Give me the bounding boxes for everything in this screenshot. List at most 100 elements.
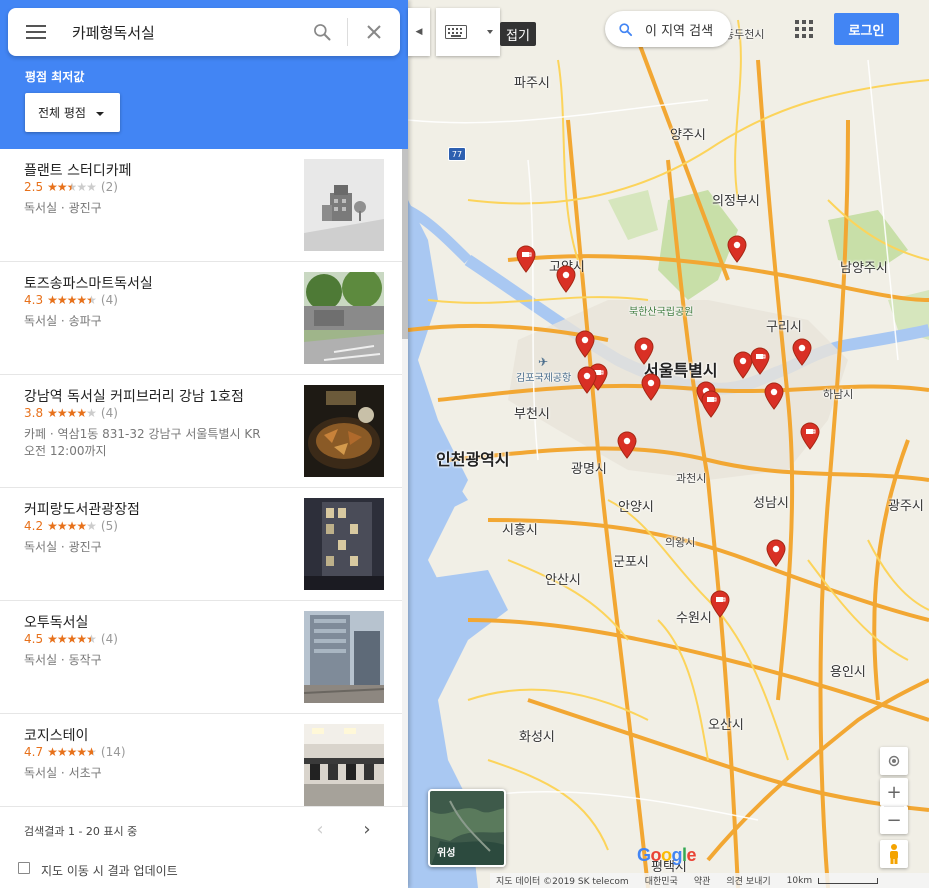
my-location-button[interactable] (880, 747, 908, 775)
search-icon (314, 24, 331, 41)
map-label-gunpo: 군포시 (613, 555, 649, 570)
result-rating: 4.2 ★★★★★ (5) (24, 519, 118, 533)
map-data-credit: 지도 데이터 ©2019 SK telecom (496, 877, 629, 887)
map-label-guri: 구리시 (766, 320, 802, 335)
map-label-siheung: 시흥시 (502, 523, 538, 538)
results-scrollbar[interactable] (402, 149, 408, 806)
result-rating: 4.3 ★★★★★ (4) (24, 293, 118, 307)
map-label-gimpo-airport: 김포국제공항 (516, 373, 572, 384)
map-pin-icon[interactable] (792, 338, 812, 366)
map-canvas[interactable]: 파주시 동두천시 양주시 의정부시 고양시 남양주시 북한산국립공원 구리시 서… (408, 0, 929, 888)
map-pin-cafe-icon[interactable] (701, 390, 721, 418)
map-label-gwacheon: 과천시 (676, 472, 707, 485)
result-rating: 4.7 ★★★★★ (14) (24, 745, 126, 759)
scrollbar-thumb[interactable] (402, 149, 408, 339)
result-rating: 2.5 ★★★★★ (2) (24, 180, 118, 194)
caret-down-icon (95, 111, 104, 116)
results-footer: 검색결과 1 - 20 표시 중 ‹ › 지도 이동 시 결과 업데이트 (0, 806, 408, 888)
menu-button[interactable] (8, 8, 64, 56)
map-label-suwon: 수원시 (676, 611, 712, 626)
result-item[interactable]: 강남역 독서실 커피브러리 강남 1호점 3.8 ★★★★★ (4) 카페 · … (0, 375, 402, 488)
caret-left-icon: ◀ (415, 27, 423, 37)
map-pin-icon[interactable] (577, 366, 597, 394)
pager-text: 검색결과 1 - 20 표시 중 (24, 825, 138, 838)
result-photo (304, 385, 384, 477)
result-item[interactable]: 토즈송파스마트독서실 4.3 ★★★★★ (4) 독서실 · 송파구 (0, 262, 402, 375)
result-category: 독서실 · 광진구 (24, 540, 102, 554)
map-label-hwaseong: 화성시 (519, 730, 555, 745)
apps-grid-button[interactable] (793, 18, 815, 40)
map-base (408, 0, 929, 888)
review-count: (5) (100, 519, 118, 533)
result-category: 독서실 · 광진구 (24, 201, 102, 215)
input-tools-button[interactable] (436, 8, 500, 56)
result-photo (304, 611, 384, 703)
map-pin-cafe-icon[interactable] (800, 422, 820, 450)
star-rating-icon: ★★★★★ (47, 745, 97, 759)
terms-link[interactable]: 약관 (694, 874, 711, 887)
search-button[interactable] (297, 8, 347, 56)
search-input[interactable] (64, 17, 297, 47)
result-rating: 4.5 ★★★★★ (4) (24, 632, 118, 646)
collapse-tooltip: 접기 (500, 22, 536, 46)
minus-icon: − (886, 809, 902, 831)
map-pin-icon[interactable] (634, 337, 654, 365)
satellite-toggle-button[interactable]: 위성 (428, 789, 506, 867)
map-pin-icon[interactable] (556, 265, 576, 293)
map-pin-icon[interactable] (575, 330, 595, 358)
map-label-namyangju: 남양주시 (840, 261, 888, 276)
star-rating-icon: ★★★★★ (47, 293, 97, 307)
result-photo (304, 272, 384, 364)
scale-bar (818, 877, 879, 884)
zoom-divider (884, 806, 904, 807)
results-panel: 평점 최저값 전체 평점 플랜트 스터디카페 2.5 ★★★★★ (2) 독서실… (0, 0, 408, 888)
result-category: 독서실 · 동작구 (24, 653, 102, 667)
rating-filter-value: 전체 평점 (38, 106, 86, 120)
next-page-button[interactable]: › (355, 817, 379, 841)
search-this-area-button[interactable]: 이 지역 검색 (605, 11, 732, 47)
result-item[interactable]: 커피랑도서관광장점 4.2 ★★★★★ (5) 독서실 · 광진구 (0, 488, 402, 601)
street-view-pegman-button[interactable] (880, 840, 908, 868)
result-category: 독서실 · 송파구 (24, 314, 102, 328)
map-label-seongnam: 성남시 (753, 496, 789, 511)
map-pin-icon[interactable] (641, 373, 661, 401)
map-pin-cafe-icon[interactable] (750, 347, 770, 375)
zoom-in-button[interactable]: + (880, 778, 908, 806)
map-label-gwangju: 광주시 (888, 499, 924, 514)
login-button[interactable]: 로그인 (834, 13, 899, 45)
map-pin-icon[interactable] (764, 382, 784, 410)
zoom-out-button[interactable]: − (880, 806, 908, 834)
map-pin-icon[interactable] (727, 235, 747, 263)
map-pin-cafe-icon[interactable] (710, 590, 730, 618)
satellite-label: 위성 (437, 848, 456, 859)
result-item[interactable]: 오투독서실 4.5 ★★★★★ (4) 독서실 · 동작구 (0, 601, 402, 714)
map-pin-icon[interactable] (766, 539, 786, 567)
collapse-panel-button[interactable]: ◀ (408, 8, 430, 56)
feedback-link[interactable]: 의견 보내기 (726, 874, 770, 887)
star-rating-icon: ★★★★★ (47, 180, 97, 194)
google-logo: Google (637, 845, 697, 865)
result-category: 독서실 · 서초구 (24, 766, 102, 780)
star-rating-icon: ★★★★★ (47, 632, 97, 646)
result-hours: 오전 12:00까지 (24, 444, 107, 458)
rating-score: 2.5 (24, 180, 44, 194)
map-pin-cafe-icon[interactable] (516, 245, 536, 273)
map-label-yongin: 용인시 (830, 665, 866, 680)
plus-icon: + (886, 781, 902, 803)
star-rating-icon: ★★★★★ (47, 519, 97, 533)
result-item[interactable]: 플랜트 스터디카페 2.5 ★★★★★ (2) 독서실 · 광진구 (0, 149, 402, 262)
results-list: 플랜트 스터디카페 2.5 ★★★★★ (2) 독서실 · 광진구 토즈송파스마… (0, 149, 402, 806)
map-label-gwangmyeong: 광명시 (571, 462, 607, 477)
rating-filter-dropdown[interactable]: 전체 평점 (25, 93, 120, 132)
result-item[interactable]: 코지스테이 4.7 ★★★★★ (14) 독서실 · 서초구 (0, 714, 402, 806)
search-icon (619, 22, 633, 36)
rating-score: 4.7 (24, 745, 44, 759)
map-pin-icon[interactable] (617, 431, 637, 459)
update-on-move-checkbox[interactable] (18, 862, 30, 874)
review-count: (2) (100, 180, 118, 194)
scale-label: 10km (786, 875, 813, 886)
prev-page-button[interactable]: ‹ (308, 817, 332, 841)
clear-search-button[interactable] (348, 8, 400, 56)
chevron-left-icon: ‹ (316, 818, 324, 840)
review-count: (4) (100, 293, 118, 307)
